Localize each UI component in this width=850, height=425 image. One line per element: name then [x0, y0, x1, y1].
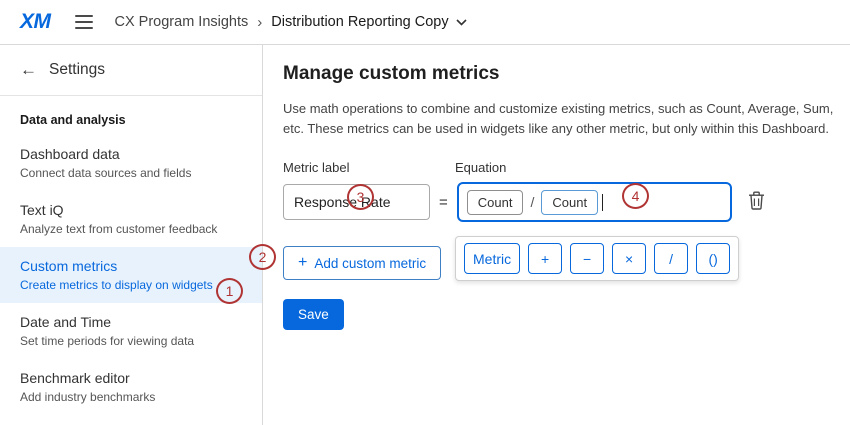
plus-icon: +: [298, 255, 307, 271]
nav-item-description: Connect data sources and fields: [20, 166, 242, 180]
breadcrumb-separator: ›: [257, 14, 262, 31]
equation-operand-chip[interactable]: Count: [541, 190, 598, 215]
divide-operator-button[interactable]: /: [654, 243, 688, 274]
nav-item-label: Date and Time: [20, 314, 242, 330]
delete-metric-button[interactable]: [748, 191, 765, 213]
metric-label-caption: Metric label: [283, 160, 455, 175]
sidebar-section-label: Data and analysis: [0, 96, 262, 135]
annotation-marker-2: 2: [249, 244, 276, 270]
annotation-marker-1: 1: [216, 278, 243, 304]
multiply-operator-button[interactable]: ×: [612, 243, 646, 274]
equation-input[interactable]: Count / Count: [457, 182, 732, 222]
metric-operator-button[interactable]: Metric: [464, 243, 520, 274]
parentheses-operator-button[interactable]: (): [696, 243, 730, 274]
settings-sidebar: ← Settings Data and analysis Dashboard d…: [0, 45, 263, 425]
settings-title: Settings: [49, 61, 105, 79]
sidebar-item-date-and-time[interactable]: Date and Time Set time periods for viewi…: [0, 303, 262, 359]
minus-operator-button[interactable]: −: [570, 243, 604, 274]
nav-item-description: Add industry benchmarks: [20, 390, 242, 404]
equation-operator-toolbar: Metric + − × / (): [455, 236, 739, 281]
sidebar-item-text-iq[interactable]: Text iQ Analyze text from customer feedb…: [0, 191, 262, 247]
plus-operator-button[interactable]: +: [528, 243, 562, 274]
add-custom-metric-button[interactable]: + Add custom metric: [283, 246, 441, 280]
nav-item-label: Text iQ: [20, 202, 242, 218]
add-custom-metric-label: Add custom metric: [314, 256, 426, 271]
page-description: Use math operations to combine and custo…: [283, 99, 843, 138]
save-button[interactable]: Save: [283, 299, 344, 330]
nav-item-label: Dashboard data: [20, 146, 242, 162]
sidebar-item-dashboard-data[interactable]: Dashboard data Connect data sources and …: [0, 135, 262, 191]
nav-item-description: Set time periods for viewing data: [20, 334, 242, 348]
menu-icon[interactable]: [75, 15, 93, 29]
annotation-marker-3: 3: [347, 184, 374, 210]
equation-operator: /: [530, 194, 534, 210]
page-title: Manage custom metrics: [283, 63, 850, 85]
back-arrow-icon: ←: [20, 60, 37, 80]
xm-logo: XM: [20, 10, 51, 34]
equation-operand-chip[interactable]: Count: [467, 190, 524, 215]
chevron-down-icon[interactable]: [456, 19, 467, 26]
nav-item-label: Benchmark editor: [20, 370, 242, 386]
breadcrumb-parent[interactable]: CX Program Insights: [115, 14, 249, 30]
breadcrumb: CX Program Insights › Distribution Repor…: [115, 14, 467, 31]
equals-sign: =: [439, 194, 448, 211]
top-bar: XM CX Program Insights › Distribution Re…: [0, 0, 850, 45]
equation-caption: Equation: [455, 160, 506, 175]
nav-item-label: Custom metrics: [20, 258, 242, 274]
nav-item-description: Analyze text from customer feedback: [20, 222, 242, 236]
nav-item-description: Create metrics to display on widgets: [20, 278, 242, 292]
trash-icon: [748, 191, 765, 210]
text-cursor: [602, 194, 603, 211]
sidebar-item-benchmark-editor[interactable]: Benchmark editor Add industry benchmarks: [0, 359, 262, 415]
settings-back[interactable]: ← Settings: [0, 45, 262, 95]
main-content: Manage custom metrics Use math operation…: [263, 45, 850, 425]
breadcrumb-current[interactable]: Distribution Reporting Copy: [271, 14, 448, 30]
annotation-marker-4: 4: [622, 183, 649, 209]
